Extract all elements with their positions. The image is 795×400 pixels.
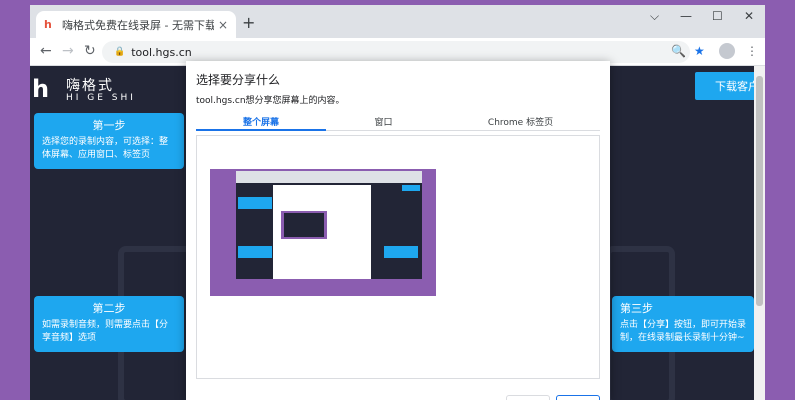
dialog-title: 选择要分享什么 (196, 73, 281, 87)
step-title: 第一步 (92, 119, 126, 132)
tab-close-icon[interactable]: × (218, 18, 228, 32)
screen-picker-pane (196, 135, 600, 379)
screen-thumbnail[interactable] (210, 169, 436, 296)
step-card-1: 第一步 选择您的录制内容，可选择：整体屏幕、应用窗口、标签页 (34, 113, 184, 169)
address-bar[interactable]: 🔒 tool.hgs.cn (102, 41, 690, 63)
url-text: tool.hgs.cn (131, 45, 192, 59)
thumbnail-nested-screen (281, 211, 327, 239)
thumbnail-nested-window (284, 213, 324, 237)
bookmark-star-icon[interactable]: ★ (694, 44, 705, 58)
new-tab-button[interactable]: + (242, 13, 255, 32)
close-window-icon[interactable]: ✕ (744, 9, 754, 23)
thumbnail-button (402, 185, 420, 191)
tab-chrome-tab[interactable]: Chrome 标签页 (441, 115, 600, 128)
thumbnail-card (238, 197, 272, 209)
dialog-tabs: 整个屏幕 窗口 Chrome 标签页 (196, 113, 600, 131)
share-screen-dialog: 选择要分享什么 tool.hgs.cn想分享您屏幕上的内容。 整个屏幕 窗口 C… (186, 61, 610, 400)
tab-search-icon[interactable]: ⌵ (650, 9, 659, 24)
logo-subtitle: HI GE SHI (66, 93, 136, 103)
thumbnail-card (238, 246, 272, 258)
lock-icon: 🔒 (114, 47, 126, 57)
minimize-icon[interactable]: — (680, 9, 692, 23)
reload-icon[interactable]: ↻ (84, 43, 96, 59)
step-card-3: 第三步 点击【分享】按钮，即可开始录制，在线录制最长录制十分钟~ (612, 296, 754, 352)
browser-tab[interactable]: h 嗨格式免费在线录屏 - 无需下载 × (36, 11, 236, 38)
share-button[interactable] (556, 395, 600, 400)
forward-icon[interactable]: → (62, 43, 74, 59)
scrollbar-thumb[interactable] (756, 76, 763, 306)
thumbnail-card (384, 246, 418, 258)
dialog-description: tool.hgs.cn想分享您屏幕上的内容。 (196, 96, 345, 106)
thumbnail-dialog (273, 185, 371, 279)
step-text: 选择您的录制内容，可选择：整体屏幕、应用窗口、标签页 (42, 137, 169, 160)
step-title: 第二步 (92, 302, 126, 315)
tab-entire-screen[interactable]: 整个屏幕 (196, 115, 326, 128)
page-scrollbar[interactable] (754, 66, 765, 400)
step-text: 点击【分享】按钮，即可开始录制，在线录制最长录制十分钟~ (620, 320, 747, 343)
back-icon[interactable]: ← (40, 43, 52, 59)
cancel-button[interactable] (506, 395, 550, 400)
tab-window[interactable]: 窗口 (326, 115, 441, 128)
profile-avatar[interactable] (719, 43, 735, 59)
step-title: 第三步 (620, 302, 653, 315)
maximize-icon[interactable]: ☐ (712, 9, 723, 23)
tab-strip: h 嗨格式免费在线录屏 - 无需下载 × + ⌵ — ☐ ✕ (30, 5, 765, 38)
zoom-icon[interactable]: 🔍 (671, 44, 686, 58)
thumbnail-window (236, 171, 422, 279)
logo-mark-icon: h (32, 75, 50, 103)
menu-icon[interactable]: ⋮ (746, 44, 758, 58)
favicon-icon: h (44, 17, 52, 31)
active-tab-indicator (196, 129, 326, 131)
step-text: 如需录制音频，则需要点击【分享音频】选项 (42, 320, 169, 343)
logo-name: 嗨格式 (66, 78, 114, 94)
tab-title: 嗨格式免费在线录屏 - 无需下载 (62, 18, 214, 32)
step-card-2: 第二步 如需录制音频，则需要点击【分享音频】选项 (34, 296, 184, 352)
thumbnail-titlebar (236, 171, 422, 183)
